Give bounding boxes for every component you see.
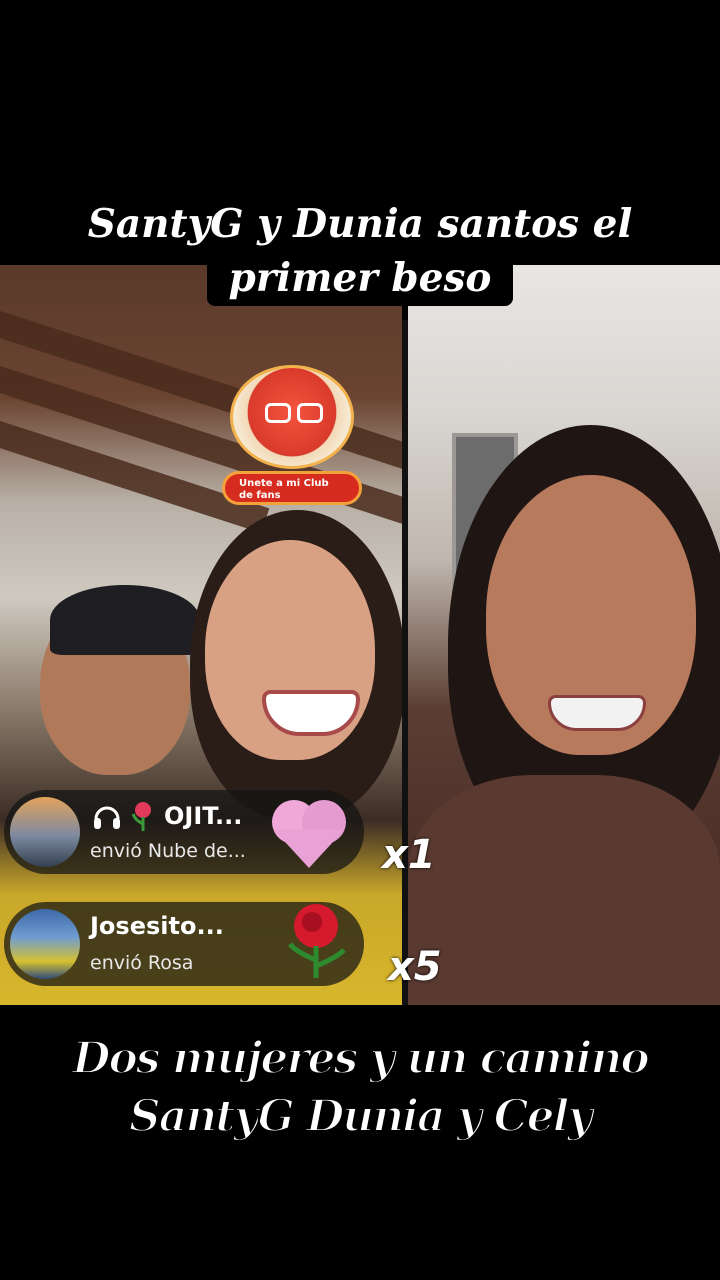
girl-smile [548, 695, 646, 731]
rose-gift-icon [288, 904, 346, 978]
man-cap [50, 585, 200, 655]
mascot-icon [230, 365, 354, 469]
top-caption: SantyG y Dunia santos el primer beso [0, 196, 720, 306]
gift-sender-name: OJIT... [164, 802, 243, 830]
bottom-caption-line-2: SantyG Dunia y Cely [128, 1090, 594, 1143]
avatar[interactable] [10, 797, 80, 867]
avatar[interactable] [10, 909, 80, 979]
cloud-heart-gift-icon [272, 800, 346, 868]
gift-count: x1 [382, 832, 436, 878]
gift-sender-name: Josesito... [90, 912, 224, 940]
gift-count: x5 [388, 944, 442, 990]
right-video-panel [408, 265, 720, 1005]
girl-shirt [408, 775, 720, 1005]
top-caption-line-2: primer beso [206, 250, 514, 306]
headphones-icon [94, 806, 120, 829]
fan-club-label[interactable]: Unete a mi Club de fans [222, 471, 362, 505]
bottom-caption-line-1: Dos mujeres y un camino [71, 1032, 650, 1085]
gift-message: envió Nube de... [90, 840, 246, 862]
top-caption-line-1: SantyG y Dunia santos el [65, 196, 655, 252]
gift-message: envió Rosa [90, 952, 194, 974]
fan-club-badge[interactable]: Unete a mi Club de fans [222, 365, 362, 510]
rose-icon [131, 802, 151, 831]
bottom-caption: Dos mujeres y un camino SantyG Dunia y C… [0, 1030, 720, 1146]
